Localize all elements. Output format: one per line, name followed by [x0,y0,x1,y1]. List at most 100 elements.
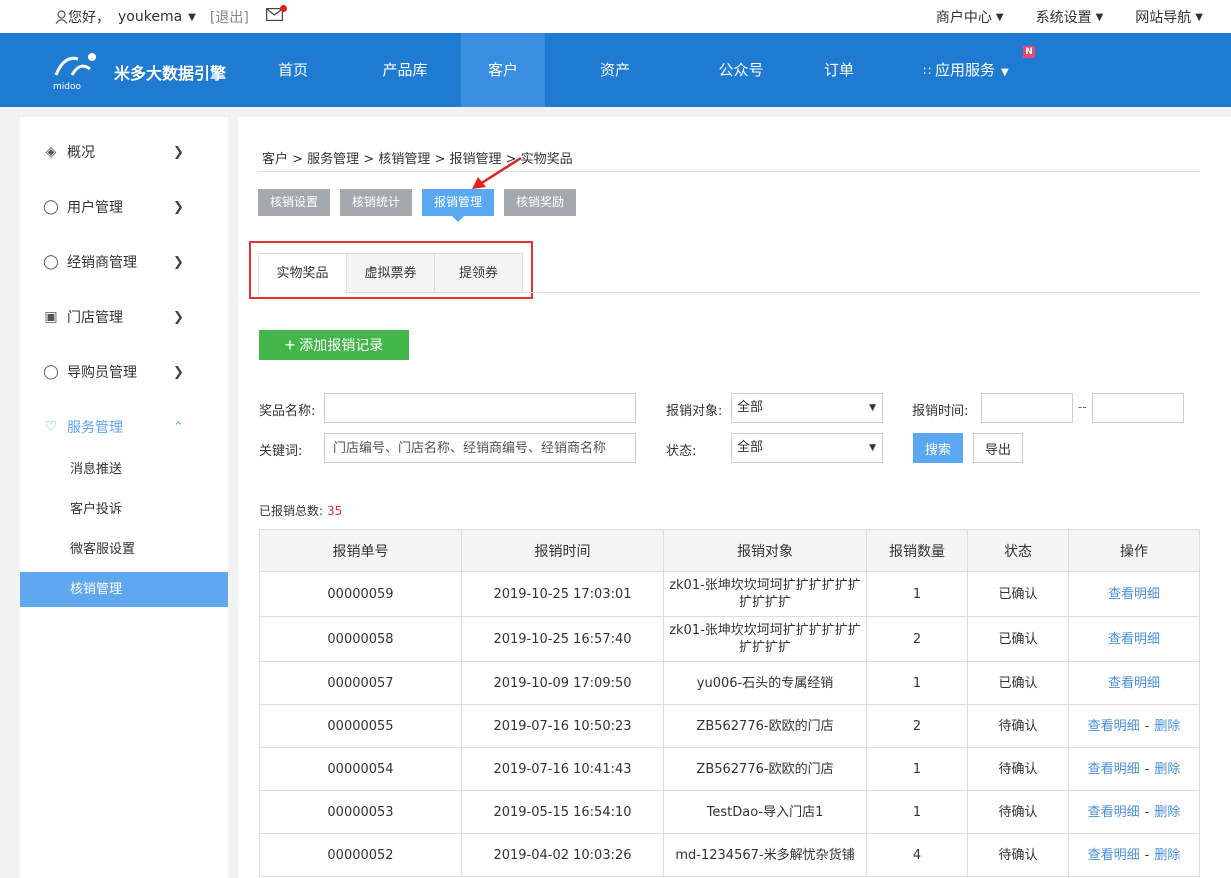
tab-pickup-coupons[interactable]: 提领券 [434,253,523,293]
logout-link[interactable]: [退出] [210,7,249,27]
tab-physical-prizes[interactable]: 实物奖品 [258,253,347,293]
cell-actions: 查看明细 - 删除 [1068,704,1200,748]
nav-orders[interactable]: 订单 [797,33,881,107]
sidebar: ◈ 概况 ❯ ◯ 用户管理 ❯ ◯ 经销商管理 ❯ ▣ 门店管理 ❯ ◯ 导购员… [20,117,228,878]
store-icon: ▣ [44,309,58,325]
cell-status: 待确认 [967,747,1069,791]
cell-qty: 1 [866,790,968,834]
cell-target: yu006-石头的专属经销 [663,661,867,705]
cell-actions: 查看明细 - 删除 [1068,833,1200,877]
delete-link[interactable]: 删除 [1154,848,1180,863]
view-details-link[interactable]: 查看明细 [1088,805,1140,820]
tab-virtual-tickets[interactable]: 虚拟票券 [346,253,435,293]
view-details-link[interactable]: 查看明细 [1088,762,1140,777]
column-header: 报销对象 [663,529,867,572]
cell-time: 2019-07-16 10:41:43 [461,747,664,791]
search-button[interactable]: 搜索 [913,433,963,463]
system-settings-label: 系统设置 [1035,10,1092,26]
cell-id: 00000058 [259,616,462,662]
system-settings-menu[interactable]: 系统设置 ▼ [1036,7,1104,27]
action-separator: - [1144,718,1150,734]
cell-target: md-1234567-米多解忧杂货铺 [663,833,867,877]
chevron-down-icon: ▼ [1195,11,1203,23]
nav-customer[interactable]: 客户 [461,33,545,107]
table-row: 00000055 2019-07-16 10:50:23 ZB562776-欧欧… [259,704,1200,748]
user-menu[interactable]: 您好， youkema ▼ [退出] [55,7,249,27]
delete-link[interactable]: 删除 [1154,762,1180,777]
total-label: 已报销总数: [259,504,324,518]
prize-name-input[interactable] [324,393,636,423]
cell-actions: 查看明细 - 删除 [1068,747,1200,791]
cell-time: 2019-04-02 10:03:26 [461,833,664,877]
sidebar-sub-micro-service-settings[interactable]: 微客服设置 [20,532,228,567]
cell-qty: 2 [866,704,968,748]
add-record-button[interactable]: + 添加报销记录 [259,330,409,360]
site-nav-menu[interactable]: 网站导航 ▼ [1135,7,1203,27]
column-header: 操作 [1068,529,1200,572]
table-row: 00000057 2019-10-09 17:09:50 yu006-石头的专属… [259,661,1200,705]
total-count: 已报销总数: 35 [259,502,342,519]
cell-qty: 2 [866,616,968,662]
sidebar-item-guide-management[interactable]: ◯ 导购员管理 ❯ [20,352,228,392]
view-details-link[interactable]: 查看明细 [1088,719,1140,734]
notification-dot [280,5,287,12]
reimbursement-table: 报销单号 报销时间 报销对象 报销数量 状态 操作 00000059 2019-… [259,529,1200,877]
subtab-redemption-stats[interactable]: 核销统计 [340,189,413,216]
sidebar-item-service-management[interactable]: ♡ 服务管理 ⌃ [20,407,228,447]
export-button[interactable]: 导出 [973,433,1023,463]
nav-official-account[interactable]: 公众号 [685,33,797,107]
mail-icon[interactable] [266,5,287,22]
subtab-redemption-settings[interactable]: 核销设置 [258,189,331,216]
view-details-link[interactable]: 查看明细 [1108,676,1160,691]
view-details-link[interactable]: 查看明细 [1108,587,1160,602]
sidebar-item-overview[interactable]: ◈ 概况 ❯ [20,132,228,172]
sidebar-sub-complaints[interactable]: 客户投诉 [20,492,228,527]
sidebar-item-user-management[interactable]: ◯ 用户管理 ❯ [20,187,228,227]
sidebar-sub-message-push[interactable]: 消息推送 [20,452,228,487]
nav-assets[interactable]: 资产 [545,33,685,107]
plus-icon: + [284,335,296,355]
target-select[interactable]: 全部 ▼ [731,393,883,423]
nav-product-library[interactable]: 产品库 [349,33,461,107]
cell-status: 待确认 [967,704,1069,748]
nav-app-services[interactable]: ∷ 应用服务 ▼ [881,33,1051,107]
table-row: 00000052 2019-04-02 10:03:26 md-1234567-… [259,833,1200,877]
cell-qty: 1 [866,571,968,617]
prize-name-label: 奖品名称: [259,404,316,419]
merchant-center-menu[interactable]: 商户中心 ▼ [936,7,1004,27]
cell-time: 2019-10-09 17:09:50 [461,661,664,705]
view-details-link[interactable]: 查看明细 [1088,848,1140,863]
time-to-input[interactable] [1092,393,1184,423]
main-content: 客户 > 服务管理 > 核销管理 > 报销管理 > 实物奖品 核销设置 核销统计… [238,117,1231,878]
cell-time: 2019-07-16 10:50:23 [461,704,664,748]
table-header-row: 报销单号 报销时间 报销对象 报销数量 状态 操作 [259,529,1200,572]
chevron-up-icon: ⌃ [173,419,184,435]
brand-name: 米多大数据引擎 [114,64,227,83]
target-select-value: 全部 [737,400,764,415]
username: youkema [118,9,183,25]
divider [258,171,1200,172]
sidebar-sub-redemption-management[interactable]: 核销管理 [20,572,228,607]
sidebar-item-label: 门店管理 [67,310,123,326]
nav-home[interactable]: 首页 [237,33,349,107]
delete-link[interactable]: 删除 [1154,719,1180,734]
cell-time: 2019-10-25 16:57:40 [461,616,664,662]
cell-id: 00000055 [259,704,462,748]
delete-link[interactable]: 删除 [1154,805,1180,820]
action-separator: - [1144,761,1150,777]
column-header: 报销数量 [866,529,968,572]
cell-status: 待确认 [967,790,1069,834]
chevron-down-icon: ▼ [1000,67,1009,78]
column-header: 状态 [967,529,1069,572]
view-details-link[interactable]: 查看明细 [1108,632,1160,647]
top-bar: 您好， youkema ▼ [退出] 商户中心 ▼ 系统设置 ▼ 网站导航 ▼ [0,0,1231,33]
status-select[interactable]: 全部 ▼ [731,433,883,463]
keyword-input[interactable] [324,433,636,463]
sidebar-item-store-management[interactable]: ▣ 门店管理 ❯ [20,297,228,337]
midoo-logo[interactable]: midoo [50,47,106,93]
person-icon: ◯ [43,364,59,380]
chevron-right-icon: ❯ [173,254,184,270]
sidebar-item-dealer-management[interactable]: ◯ 经销商管理 ❯ [20,242,228,282]
cell-id: 00000052 [259,833,462,877]
time-from-input[interactable] [981,393,1073,423]
